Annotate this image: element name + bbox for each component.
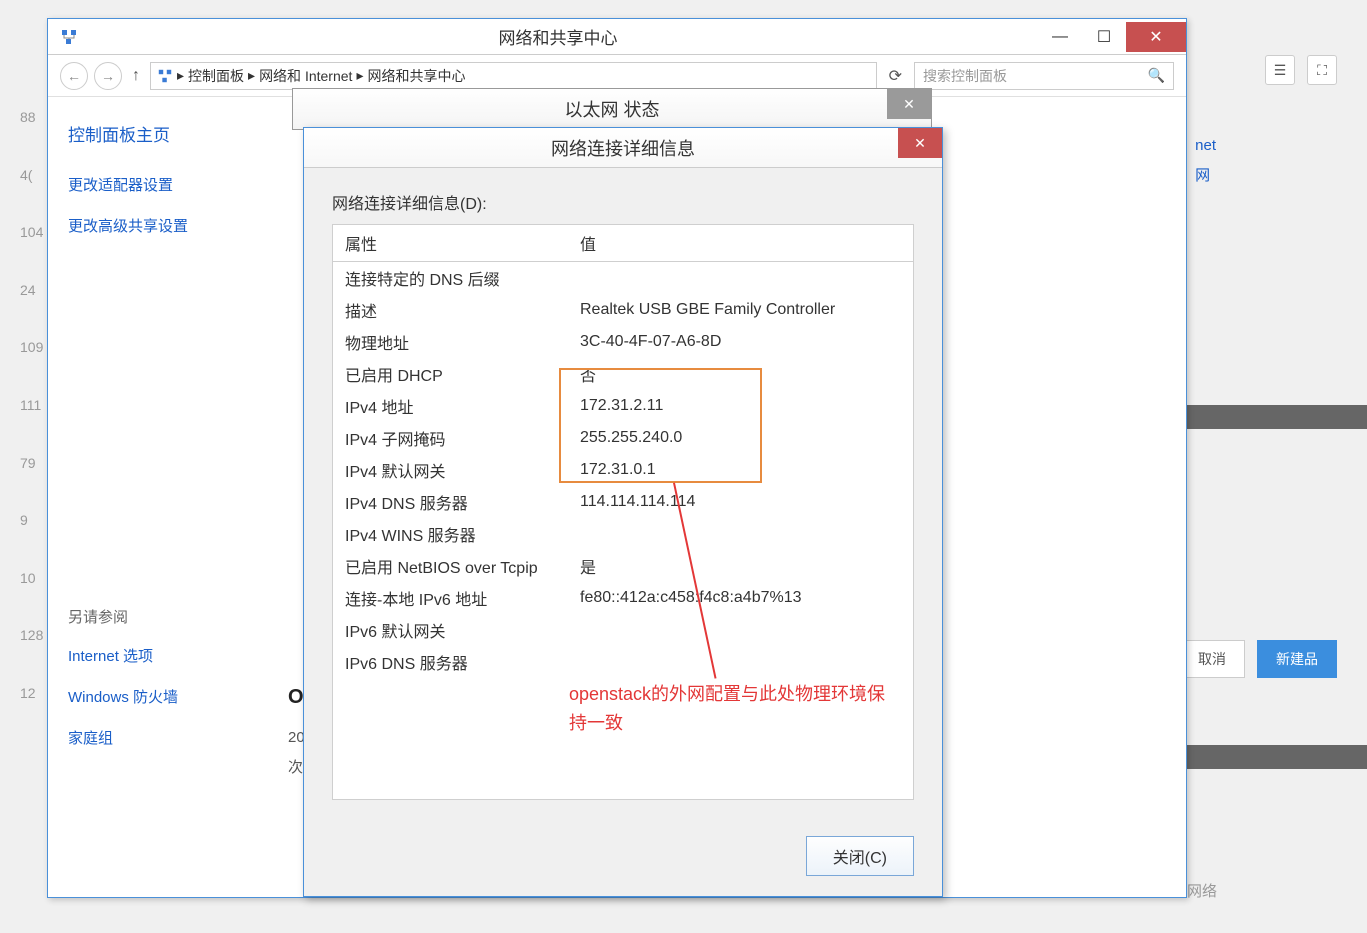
window-title: 网络和共享中心 <box>78 24 1038 49</box>
search-input[interactable]: 搜索控制面板 🔍 <box>914 62 1174 90</box>
table-row[interactable]: IPv4 地址172.31.2.11 <box>333 390 913 422</box>
details-list[interactable]: 属性 值 连接特定的 DNS 后缀 描述Realtek USB GBE Fami… <box>332 224 914 800</box>
network-icon <box>157 68 173 84</box>
sidebar: 控制面板主页 更改适配器设置 更改高级共享设置 另请参阅 Internet 选项… <box>48 97 288 897</box>
cancel-button[interactable]: 取消 <box>1179 640 1245 678</box>
table-row[interactable]: IPv4 WINS 服务器 <box>333 518 913 550</box>
sidebar-link[interactable]: 更改适配器设置 <box>68 174 268 195</box>
sidebar-link[interactable]: 更改高级共享设置 <box>68 215 268 236</box>
table-row[interactable]: 物理地址3C-40-4F-07-A6-8D <box>333 326 913 358</box>
maximize-button[interactable]: ☐ <box>1082 22 1126 52</box>
network-link[interactable]: net <box>1195 137 1216 154</box>
nav-forward-button[interactable]: → <box>94 62 122 90</box>
table-row[interactable]: 描述Realtek USB GBE Family Controller <box>333 294 913 326</box>
search-icon: 🔍 <box>1148 67 1165 84</box>
close-button[interactable]: ✕ <box>887 89 931 119</box>
network-details-dialog: 网络连接详细信息 ✕ 网络连接详细信息(D): 属性 值 连接特定的 DNS 后… <box>303 127 943 897</box>
see-also-heading: 另请参阅 <box>68 606 268 627</box>
list-icon[interactable]: ☰ <box>1265 55 1295 85</box>
page-actions: 取消 新建品 <box>1179 640 1337 678</box>
network-icon <box>60 28 78 46</box>
col-property: 属性 <box>333 225 568 262</box>
create-button[interactable]: 新建品 <box>1257 640 1337 678</box>
annotation-text: openstack的外网配置与此处物理环境保持一致 <box>569 680 899 738</box>
sidebar-link[interactable]: Internet 选项 <box>68 645 268 666</box>
sidebar-link[interactable]: Windows 防火墙 <box>68 686 268 707</box>
table-row[interactable]: 连接特定的 DNS 后缀 <box>333 262 913 295</box>
titlebar: 网络和共享中心 — ☐ ✕ <box>48 19 1186 55</box>
fullscreen-icon[interactable]: ⛶ <box>1307 55 1337 85</box>
nav-up-button[interactable]: ↑ <box>128 67 144 85</box>
close-button[interactable]: ✕ <box>1126 22 1186 52</box>
breadcrumb-part[interactable]: 网络和 Internet <box>259 66 352 86</box>
sidebar-link[interactable]: 家庭组 <box>68 727 268 748</box>
table-row[interactable]: IPv6 DNS 服务器 <box>333 646 913 678</box>
list-label: 网络连接详细信息(D): <box>332 190 914 214</box>
editor-gutter: 884(104 24109111 79910 12812 <box>20 108 43 742</box>
table-row[interactable]: 已启用 NetBIOS over Tcpip是 <box>333 550 913 582</box>
dialog-title: 网络连接详细信息 ✕ <box>304 128 942 168</box>
search-placeholder: 搜索控制面板 <box>923 66 1007 86</box>
close-button[interactable]: ✕ <box>898 128 942 158</box>
table-row[interactable]: IPv4 默认网关172.31.0.1 <box>333 454 913 486</box>
ethernet-status-dialog-title: 以太网 状态 ✕ <box>292 88 932 130</box>
nav-back-button[interactable]: ← <box>60 62 88 90</box>
refresh-button[interactable]: ⟳ <box>883 66 908 86</box>
table-row[interactable]: IPv4 子网掩码255.255.240.0 <box>333 422 913 454</box>
table-row[interactable]: IPv6 默认网关 <box>333 614 913 646</box>
network-link[interactable]: 网 <box>1195 164 1216 185</box>
breadcrumb[interactable]: ▸控制面板 ▸网络和 Internet ▸网络和共享中心 <box>150 62 877 90</box>
page-options: ☰ ⛶ <box>1235 45 1367 95</box>
table-row[interactable]: 连接-本地 IPv6 地址fe80::412a:c458:f4c8:a4b7%1… <box>333 582 913 614</box>
close-c-button[interactable]: 关闭(C) <box>806 836 914 876</box>
table-row[interactable]: IPv4 DNS 服务器114.114.114.114 <box>333 486 913 518</box>
breadcrumb-part[interactable]: 网络和共享中心 <box>367 66 465 86</box>
table-row[interactable]: 已启用 DHCP否 <box>333 358 913 390</box>
minimize-button[interactable]: — <box>1038 22 1082 52</box>
control-panel-home-link[interactable]: 控制面板主页 <box>68 121 268 146</box>
col-value: 值 <box>568 225 913 262</box>
breadcrumb-part[interactable]: 控制面板 <box>188 66 244 86</box>
